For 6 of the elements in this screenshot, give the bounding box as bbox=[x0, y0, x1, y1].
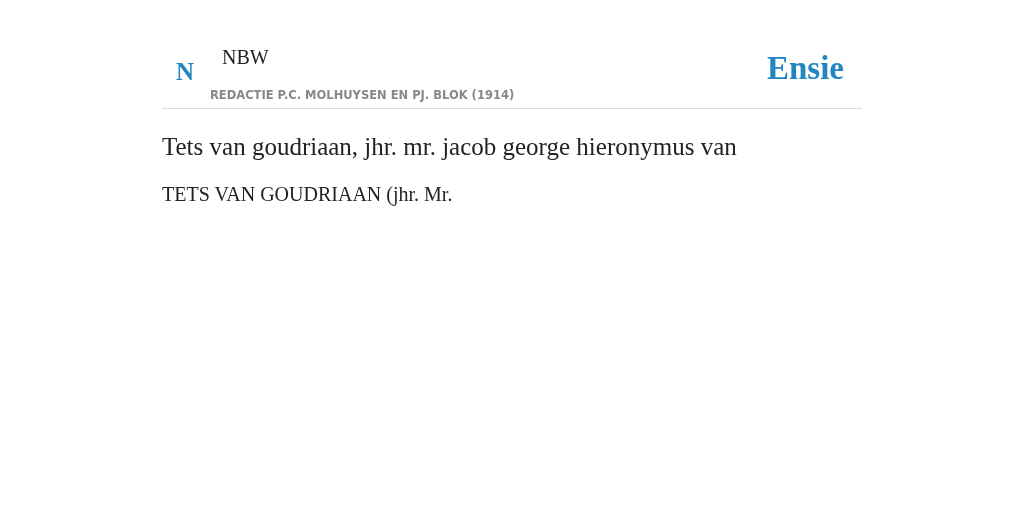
source-title: NBW bbox=[222, 46, 269, 69]
article-title: Tets van goudriaan, jhr. mr. jacob george hieronymus van bbox=[162, 133, 738, 161]
logo-letter: N bbox=[176, 58, 196, 86]
subtitle: REDACTIE P.C. MOLHUYSEN EN PJ. BLOK (1914) bbox=[210, 88, 515, 102]
article-text: TETS VAN GOUDRIAAN (jhr. Mr. bbox=[162, 183, 454, 206]
brand-logo[interactable]: Ensie bbox=[766, 50, 844, 102]
